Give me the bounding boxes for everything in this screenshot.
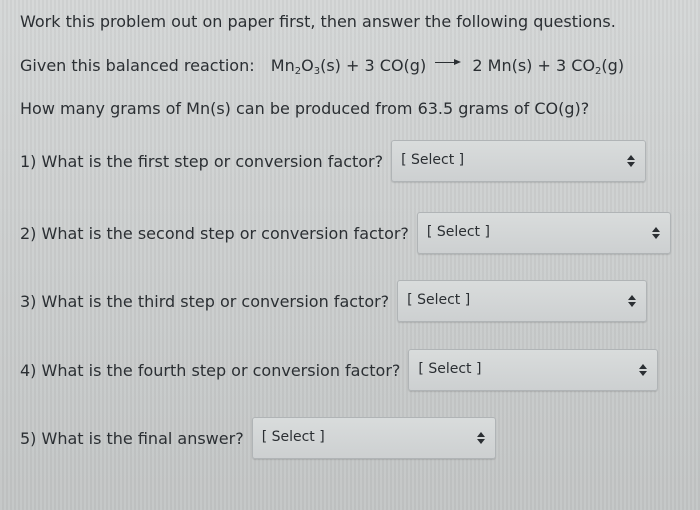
product-co2: + 3 CO2(g): [537, 56, 625, 77]
question-5-text: 5) What is the final answer?: [20, 428, 244, 448]
question-3-select-value: [ Select ]: [407, 292, 471, 308]
question-1: 1) What is the first step or conversion …: [20, 140, 647, 182]
updown-arrows-icon: [476, 432, 485, 444]
question-2-text: 2) What is the second step or conversion…: [20, 223, 409, 243]
question-5-select-value: [ Select ]: [261, 429, 325, 445]
question-4: 4) What is the fourth step or conversion…: [20, 349, 659, 391]
question-2: 2) What is the second step or conversion…: [20, 212, 671, 254]
question-4-select[interactable]: [ Select ]: [408, 349, 659, 391]
question-3-select[interactable]: [ Select ]: [397, 280, 648, 322]
reaction-line: Given this balanced reaction: Mn2O3(s) +…: [20, 56, 625, 77]
question-1-select[interactable]: [ Select ]: [391, 140, 647, 182]
question-5: 5) What is the final answer? [ Select ]: [20, 417, 496, 459]
question-5-select[interactable]: [ Select ]: [251, 417, 496, 459]
question-2-select-value: [ Select ]: [426, 224, 490, 240]
reactant-mn2o3: Mn2O3(s): [270, 56, 341, 77]
reactant-co: + 3 CO(g): [346, 56, 427, 75]
question-1-text: 1) What is the first step or conversion …: [20, 151, 384, 171]
question-3-text: 3) What is the third step or conversion …: [20, 291, 390, 311]
updown-arrows-icon: [628, 295, 637, 307]
problem-text: How many grams of Mn(s) can be produced …: [20, 99, 590, 118]
product-mn: 2 Mn(s): [472, 56, 533, 75]
updown-arrows-icon: [627, 155, 636, 167]
question-4-text: 4) What is the fourth step or conversion…: [20, 360, 401, 380]
updown-arrows-icon: [651, 227, 660, 239]
updown-arrows-icon: [639, 364, 648, 376]
reaction-arrow-icon: [435, 58, 462, 68]
question-4-select-value: [ Select ]: [418, 361, 482, 377]
question-1-select-value: [ Select ]: [401, 152, 465, 168]
instructions-text: Work this problem out on paper first, th…: [20, 12, 616, 31]
question-2-select[interactable]: [ Select ]: [416, 212, 671, 254]
quiz-screen: Work this problem out on paper first, th…: [0, 0, 700, 510]
reaction-prefix: Given this balanced reaction:: [20, 56, 255, 75]
question-3: 3) What is the third step or conversion …: [20, 280, 648, 322]
